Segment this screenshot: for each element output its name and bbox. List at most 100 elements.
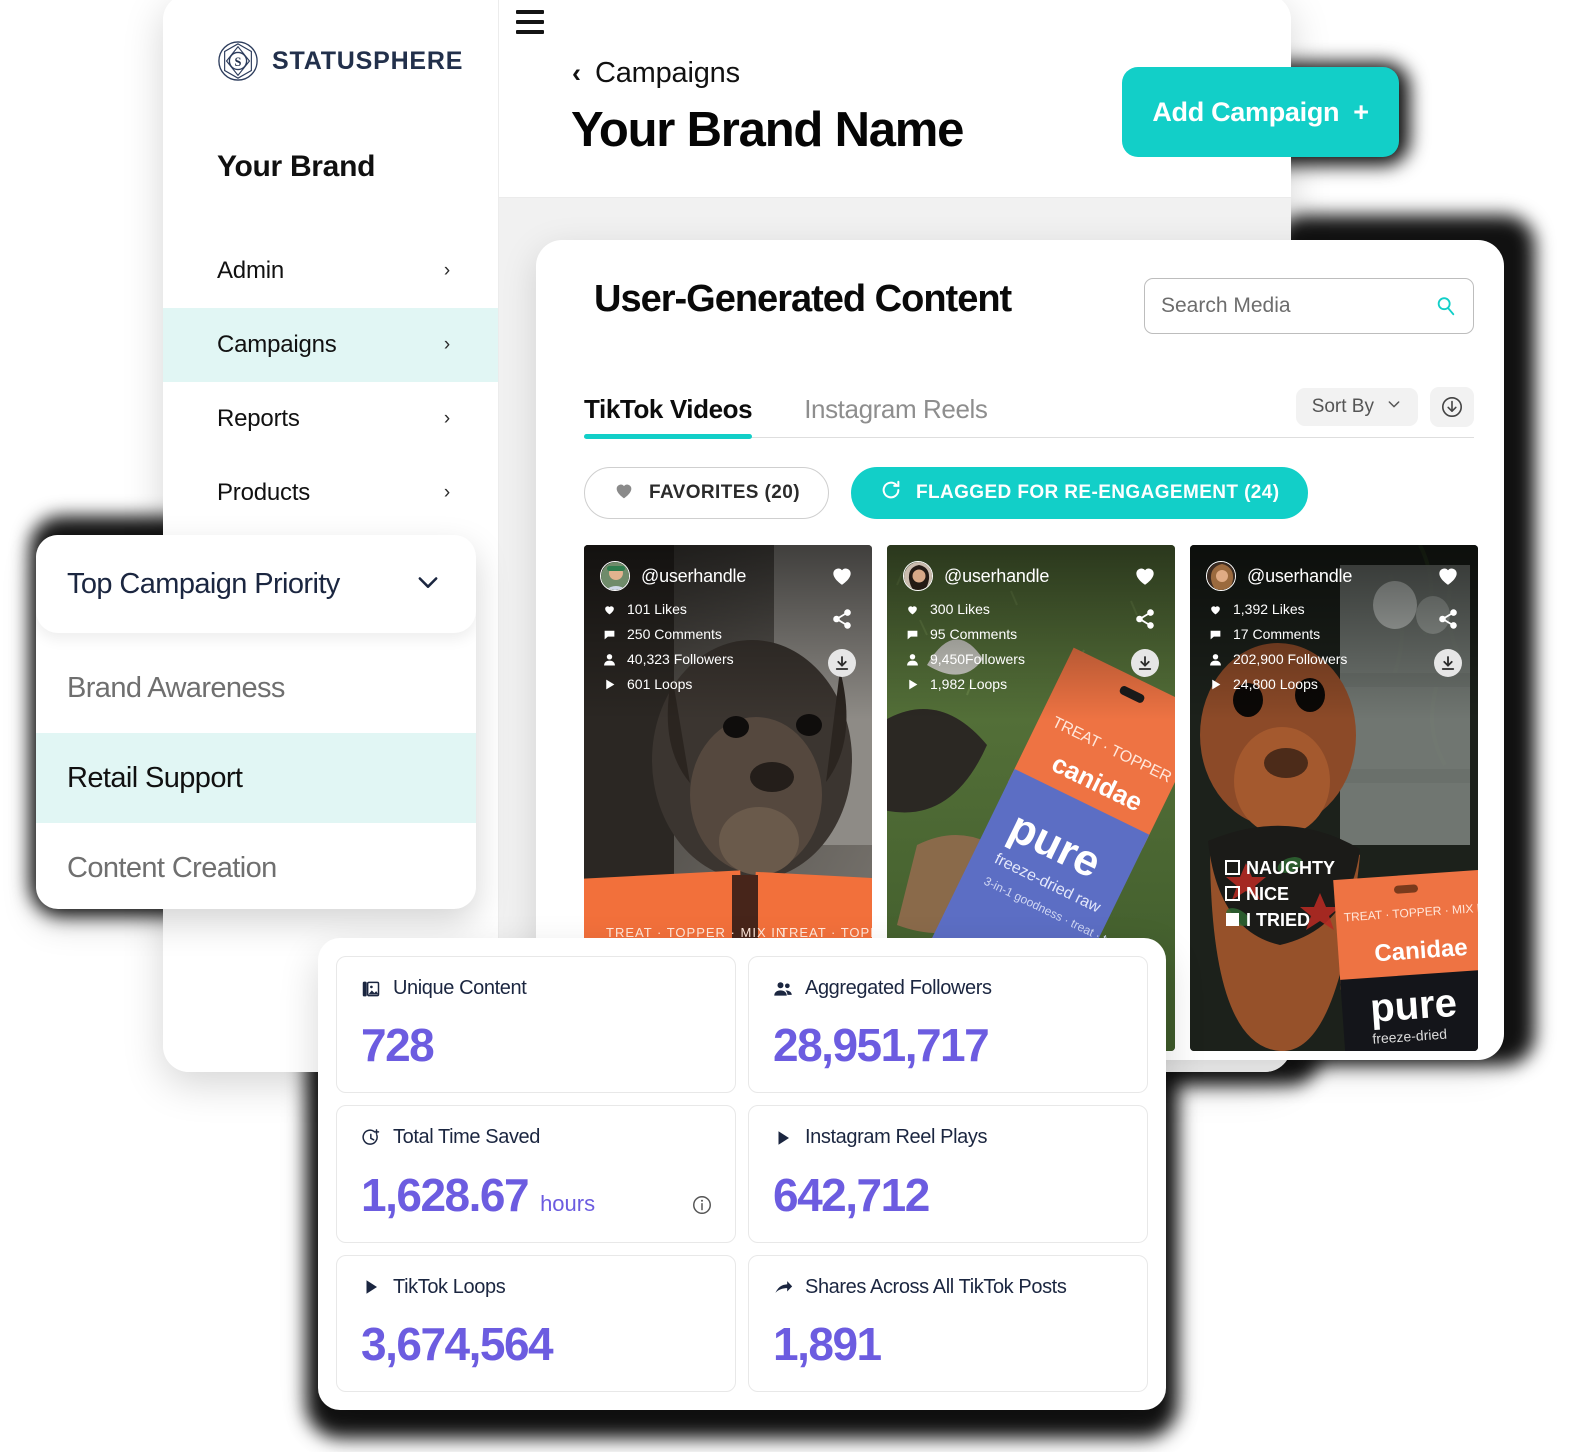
metric-header: TikTok Loops (361, 1276, 711, 1299)
ugc-filter-chips: FAVORITES (20) FLAGGED FOR RE-ENGAGEMENT… (584, 467, 1309, 519)
stat-comments: 17 Comments (1209, 626, 1347, 642)
metric-label: Total Time Saved (393, 1126, 541, 1149)
sidebar-item-reports[interactable]: Reports › (163, 382, 498, 456)
share-icon[interactable] (828, 605, 856, 633)
metric-value: 1,628.67 (361, 1168, 530, 1221)
sidebar-nav: Admin › Campaigns › Reports › Products › (163, 234, 498, 530)
sidebar-item-label: Campaigns (217, 331, 337, 358)
search-media-box[interactable] (1144, 278, 1474, 334)
top-campaign-priority-dropdown: Top Campaign Priority Brand Awareness Re… (36, 535, 476, 909)
card-user[interactable]: @userhandle (903, 561, 1049, 591)
ugc-title: User-Generated Content (594, 278, 1012, 320)
add-campaign-label: Add Campaign (1152, 96, 1340, 127)
metric-header: Aggregated Followers (773, 977, 1123, 1000)
sidebar-item-campaigns[interactable]: Campaigns › (163, 308, 498, 382)
stat-text: 24,800 Loops (1233, 676, 1318, 692)
stat-text: 95 Comments (930, 626, 1018, 642)
priority-dropdown-label: Top Campaign Priority (67, 567, 340, 600)
svg-text:NICE: NICE (1246, 884, 1289, 904)
chevron-right-icon: › (443, 334, 450, 355)
chevron-right-icon: › (443, 408, 450, 429)
card-user[interactable]: @userhandle (1206, 561, 1352, 591)
svg-text:NAUGHTY: NAUGHTY (1246, 858, 1335, 878)
heart-icon (1209, 603, 1222, 616)
priority-option-brand-awareness[interactable]: Brand Awareness (36, 643, 476, 733)
download-icon[interactable] (1434, 649, 1462, 677)
app-logo[interactable]: S STATUSPHERE (217, 40, 498, 82)
stat-likes: 1,392 Likes (1209, 601, 1347, 617)
chip-flagged-reengagement[interactable]: FLAGGED FOR RE-ENGAGEMENT (24) (850, 467, 1309, 519)
avatar (1206, 561, 1236, 591)
sidebar-item-products[interactable]: Products › (163, 456, 498, 530)
image-stack-icon (361, 979, 381, 999)
heart-icon[interactable] (1434, 561, 1462, 589)
heart-icon[interactable] (1131, 561, 1159, 589)
metric-value-wrap: 1,891 (773, 1317, 1123, 1371)
metric-value-wrap: 1,628.67 hours (361, 1168, 711, 1222)
tab-tiktok-videos[interactable]: TikTok Videos (584, 394, 753, 439)
stat-text: 250 Comments (627, 626, 722, 642)
stat-followers: 40,323 Followers (603, 651, 734, 667)
download-circle-icon[interactable] (1430, 387, 1474, 427)
chip-favorites[interactable]: FAVORITES (20) (584, 467, 829, 519)
card-stats: 1,392 Likes 17 Comments 202,900 Follower… (1209, 601, 1347, 692)
svg-text:I TRIED: I TRIED (1246, 910, 1310, 930)
metric-header: Total Time Saved (361, 1126, 711, 1149)
share-icon[interactable] (1434, 605, 1462, 633)
share-arrow-icon (773, 1277, 793, 1297)
priority-dropdown-trigger[interactable]: Top Campaign Priority (36, 535, 476, 633)
play-icon (773, 1128, 793, 1148)
comment-icon (906, 628, 919, 641)
stat-text: 300 Likes (930, 601, 990, 617)
search-icon[interactable] (1435, 295, 1457, 317)
breadcrumb-label: Campaigns (595, 57, 740, 89)
card-handle: @userhandle (944, 565, 1050, 586)
stat-text: 1,982 Loops (930, 676, 1008, 692)
sidebar-item-admin[interactable]: Admin › (163, 234, 498, 308)
plus-icon: + (1353, 96, 1369, 127)
stat-text: 9,450Followers (930, 651, 1025, 667)
breadcrumb[interactable]: ‹ Campaigns (572, 57, 740, 90)
card-handle: @userhandle (641, 565, 747, 586)
hamburger-icon[interactable] (516, 10, 544, 34)
metric-unique-content: Unique Content 728 (336, 956, 736, 1094)
stat-loops: 1,982 Loops (906, 676, 1025, 692)
metrics-panel: Unique Content 728 Aggregated Followers … (318, 938, 1166, 1410)
people-icon (773, 979, 793, 999)
stat-loops: 24,800 Loops (1209, 676, 1347, 692)
card-stats: 101 Likes 250 Comments 40,323 Followers … (603, 601, 734, 692)
metric-tiktok-loops: TikTok Loops 3,674,564 (336, 1254, 736, 1392)
download-icon[interactable] (828, 649, 856, 677)
play-icon (361, 1277, 381, 1297)
media-card[interactable]: NAUGHTY NICE I TRIED TREAT · TOPPER · MI… (1190, 545, 1478, 1051)
download-icon[interactable] (1131, 649, 1159, 677)
stat-text: 202,900 Followers (1233, 651, 1348, 667)
card-user[interactable]: @userhandle (600, 561, 746, 591)
card-handle: @userhandle (1247, 565, 1353, 586)
metric-value: 28,951,717 (773, 1019, 990, 1072)
svg-text:S: S (235, 55, 242, 69)
tab-instagram-reels[interactable]: Instagram Reels (804, 394, 988, 437)
person-icon (906, 653, 919, 666)
comment-icon (1209, 628, 1222, 641)
metric-value: 642,712 (773, 1168, 930, 1221)
avatar (903, 561, 933, 591)
play-icon (603, 678, 616, 691)
heart-icon[interactable] (828, 561, 856, 589)
metric-header: Instagram Reel Plays (773, 1126, 1123, 1149)
metric-label: TikTok Loops (393, 1275, 506, 1298)
priority-option-content-creation[interactable]: Content Creation (36, 823, 476, 909)
stat-text: 101 Likes (627, 601, 687, 617)
ugc-tabs: TikTok Videos Instagram Reels Sort By (584, 380, 1474, 439)
sort-by-dropdown[interactable]: Sort By (1295, 388, 1418, 426)
info-icon[interactable] (691, 1194, 713, 1216)
card-actions (1434, 561, 1462, 677)
heart-icon (603, 603, 616, 616)
metric-unit: hours (540, 1190, 596, 1216)
metric-value: 728 (361, 1019, 435, 1072)
share-icon[interactable] (1131, 605, 1159, 633)
stat-followers: 9,450Followers (906, 651, 1025, 667)
search-input[interactable] (1161, 294, 1435, 318)
add-campaign-button[interactable]: Add Campaign + (1122, 67, 1399, 157)
priority-option-retail-support[interactable]: Retail Support (36, 733, 476, 823)
